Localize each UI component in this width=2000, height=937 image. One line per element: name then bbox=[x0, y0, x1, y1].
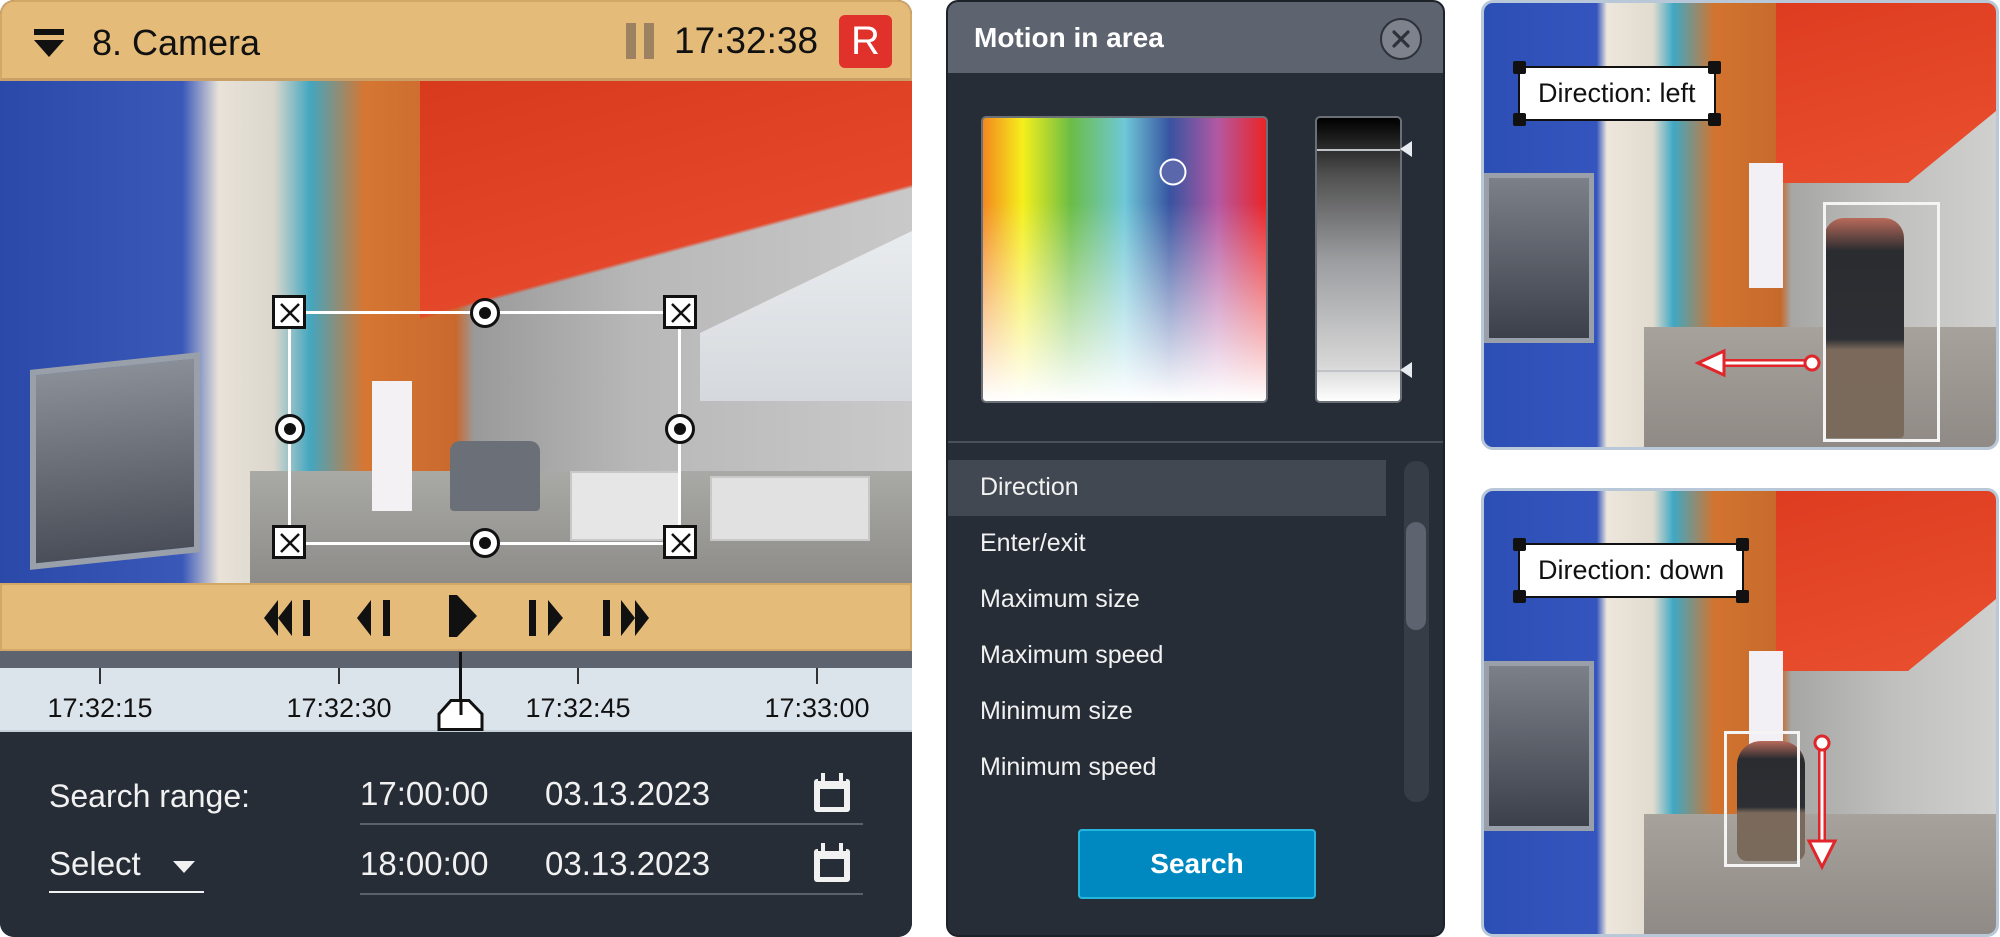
option-maximum-size[interactable]: Maximum size bbox=[948, 572, 1386, 628]
camera-panel: 8. Camera 17:32:38 R 17:32:15 17:32:30 1… bbox=[0, 0, 912, 937]
step-forward-icon[interactable] bbox=[529, 600, 565, 636]
menu-bar-icon bbox=[34, 29, 64, 35]
brightness-upper-thumb[interactable] bbox=[1400, 141, 1412, 157]
area-midpoint-handle-bottom[interactable] bbox=[470, 528, 500, 558]
scene-canopy bbox=[1776, 491, 1996, 671]
close-button[interactable] bbox=[1380, 18, 1422, 60]
search-range-panel: Search range: Select 17:00:00 03.13.2023… bbox=[0, 733, 912, 937]
dialog-divider bbox=[948, 441, 1443, 443]
range-preset-select[interactable]: Select bbox=[49, 845, 204, 893]
area-midpoint-handle-left[interactable] bbox=[275, 414, 305, 444]
timeline-tick-label: 17:33:00 bbox=[764, 693, 870, 723]
range-to-field[interactable]: 18:00:00 03.13.2023 bbox=[360, 833, 863, 895]
option-maximum-speed[interactable]: Maximum speed bbox=[948, 628, 1386, 684]
brightness-slider[interactable] bbox=[1315, 116, 1412, 403]
option-enter-exit[interactable]: Enter/exit bbox=[948, 516, 1386, 572]
dialog-header: Motion in area bbox=[948, 2, 1443, 73]
timeline-tick bbox=[816, 668, 818, 684]
option-minimum-speed[interactable]: Minimum speed bbox=[948, 740, 1386, 796]
close-icon bbox=[1392, 30, 1410, 48]
options-scrollbar[interactable] bbox=[1404, 461, 1429, 802]
search-button[interactable]: Search bbox=[1078, 829, 1316, 899]
range-from-field[interactable]: 17:00:00 03.13.2023 bbox=[360, 763, 863, 825]
area-corner-handle-bottom-left[interactable] bbox=[272, 525, 306, 559]
camera-video[interactable] bbox=[0, 81, 912, 583]
playhead-handle[interactable] bbox=[437, 699, 485, 731]
option-direction[interactable]: Direction bbox=[948, 460, 1386, 516]
scene-canopy bbox=[1776, 3, 1996, 183]
timeline-tick bbox=[338, 668, 340, 684]
close-x-icon bbox=[280, 533, 300, 553]
area-midpoint-handle-top[interactable] bbox=[470, 298, 500, 328]
from-date-input[interactable]: 03.13.2023 bbox=[545, 775, 710, 813]
play-icon[interactable] bbox=[449, 595, 477, 637]
camera-header: 8. Camera 17:32:38 R bbox=[0, 0, 912, 81]
close-x-icon bbox=[280, 303, 300, 323]
brightness-lower-line bbox=[1317, 370, 1400, 372]
pause-icon[interactable] bbox=[626, 23, 656, 59]
timeline-tick bbox=[577, 668, 579, 684]
camera-menu-button[interactable] bbox=[32, 29, 66, 61]
option-minimum-size[interactable]: Minimum size bbox=[948, 684, 1386, 740]
color-picker-marker[interactable] bbox=[1159, 158, 1187, 186]
area-midpoint-handle-right[interactable] bbox=[665, 414, 695, 444]
scrollbar-thumb[interactable] bbox=[1406, 522, 1426, 630]
timeline-tick-label: 17:32:45 bbox=[525, 693, 631, 723]
close-x-icon bbox=[671, 533, 691, 553]
area-corner-handle-bottom-right[interactable] bbox=[663, 525, 697, 559]
scene-ground bbox=[1644, 327, 1996, 447]
example-direction-left: Direction: left bbox=[1481, 0, 1999, 450]
timeline-strip bbox=[0, 651, 912, 668]
object-bounding-box bbox=[1724, 731, 1800, 867]
step-back-icon[interactable] bbox=[357, 600, 393, 636]
area-corner-handle-top-left[interactable] bbox=[272, 295, 306, 329]
calendar-icon[interactable] bbox=[813, 773, 851, 813]
skip-back-icon[interactable] bbox=[264, 600, 318, 636]
camera-title: 8. Camera bbox=[92, 22, 261, 63]
scene-atm bbox=[1484, 173, 1594, 343]
timeline-tick-label: 17:32:30 bbox=[286, 693, 392, 723]
area-corner-handle-top-right[interactable] bbox=[663, 295, 697, 329]
brightness-upper-line bbox=[1317, 149, 1400, 151]
select-label: Select bbox=[49, 845, 141, 882]
motion-area-selection[interactable] bbox=[0, 81, 912, 583]
example-direction-down: Direction: down bbox=[1481, 488, 1999, 937]
arrow-left-icon bbox=[1694, 348, 1821, 378]
from-time-input[interactable]: 17:00:00 bbox=[360, 775, 488, 813]
dropdown-triangle-icon bbox=[34, 40, 64, 57]
to-time-input[interactable]: 18:00:00 bbox=[360, 845, 488, 883]
close-x-icon bbox=[671, 303, 691, 323]
timeline-tick-label: 17:32:15 bbox=[47, 693, 153, 723]
record-badge[interactable]: R bbox=[839, 15, 892, 68]
timeline-tick bbox=[99, 668, 101, 684]
to-date-input[interactable]: 03.13.2023 bbox=[545, 845, 710, 883]
chevron-down-icon bbox=[173, 861, 195, 873]
skip-forward-icon[interactable] bbox=[603, 600, 657, 636]
camera-clock: 17:32:38 bbox=[674, 20, 819, 61]
direction-label-text: Direction: down bbox=[1538, 555, 1725, 585]
direction-label-text: Direction: left bbox=[1538, 78, 1696, 108]
scene-atm-sign bbox=[1749, 163, 1783, 288]
search-range-label: Search range: bbox=[49, 778, 251, 814]
motion-in-area-dialog: Motion in area Direction Enter/exit Maxi… bbox=[946, 0, 1445, 937]
color-palette[interactable] bbox=[981, 116, 1268, 403]
direction-label: Direction: down bbox=[1513, 538, 1750, 603]
filter-options-list: Direction Enter/exit Maximum size Maximu… bbox=[948, 460, 1386, 796]
direction-label: Direction: left bbox=[1513, 61, 1721, 126]
scene-atm bbox=[1484, 661, 1594, 831]
playback-controls bbox=[0, 583, 912, 651]
calendar-icon[interactable] bbox=[813, 843, 851, 883]
brightness-lower-thumb[interactable] bbox=[1400, 362, 1412, 378]
object-bounding-box bbox=[1823, 202, 1940, 442]
arrow-down-icon bbox=[1806, 734, 1838, 871]
dialog-title: Motion in area bbox=[974, 22, 1164, 53]
